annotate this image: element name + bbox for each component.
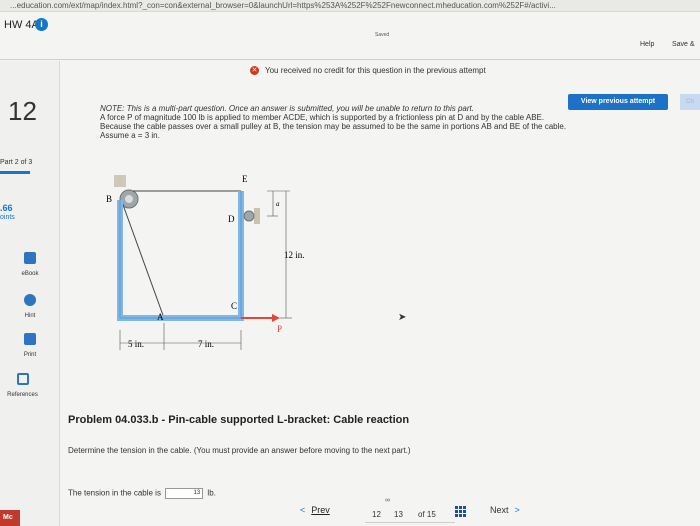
next-button[interactable]: Next > <box>490 505 520 515</box>
ebook-button[interactable]: eBook <box>0 251 60 277</box>
problem-title: Problem 04.033.b - Pin-cable supported L… <box>68 414 410 426</box>
print-icon <box>24 333 36 345</box>
note-multipart: NOTE: This is a multi-part question. Onc… <box>100 104 474 113</box>
label-a-dim: a <box>276 200 280 208</box>
url-text: ...education.com/ext/map/index.html?_con… <box>10 1 556 10</box>
grid-view-icon[interactable] <box>455 506 467 518</box>
label-c: C <box>231 301 237 311</box>
saved-status: Saved <box>375 32 390 38</box>
problem-description: Determine the tension in the cable. (You… <box>68 446 411 455</box>
note-statement: A force P of magnitude 100 lb is applied… <box>100 113 567 140</box>
points-label: oints <box>0 214 15 221</box>
bracket-figure: B E D a A C P 5 in. 7 in. 12 in. <box>106 174 305 350</box>
answer-prefix: The tension in the cable is <box>68 488 161 498</box>
label-p: P <box>277 324 282 334</box>
link-icon: ∞ <box>385 497 390 504</box>
notice-text: You received no credit for this question… <box>265 66 486 75</box>
next-label: Next <box>490 505 509 515</box>
right-edge-tab[interactable]: Ch <box>680 94 700 110</box>
chevron-left-icon: < <box>300 505 306 515</box>
help-link[interactable]: Help <box>640 41 654 48</box>
pin-d <box>243 210 255 222</box>
question-number: 12 <box>8 96 37 126</box>
save-exit-button[interactable]: Save & <box>672 41 695 48</box>
pulley-b-hub <box>125 195 133 203</box>
assignment-title: HW 4A <box>4 19 39 31</box>
mcgraw-hill-logo: Mc <box>0 510 20 526</box>
label-7in: 7 in. <box>198 339 214 349</box>
label-e: E <box>242 174 248 184</box>
answer-row: The tension in the cable is 13 lb. <box>68 488 216 499</box>
error-x-icon: ✕ <box>250 66 259 76</box>
references-button[interactable]: References <box>0 372 45 398</box>
label-b: B <box>106 194 112 204</box>
references-icon <box>16 373 29 385</box>
label-12in: 12 in. <box>284 250 305 260</box>
label-d: D <box>228 214 235 224</box>
chevron-right-icon: > <box>514 505 520 515</box>
question-sidebar: 12 Part 2 of 3 .66 oints eBook Hint Prin… <box>0 61 60 526</box>
mouse-cursor-icon: ➤ <box>398 312 407 323</box>
page-number-13: 13 <box>394 510 403 519</box>
wall-support-b <box>114 175 126 187</box>
view-previous-attempt-button[interactable]: View previous attempt <box>568 94 668 110</box>
references-label: References <box>7 392 38 398</box>
problem-note: NOTE: This is a multi-part question. Onc… <box>100 104 570 140</box>
prev-label: Prev <box>311 505 330 515</box>
print-label: Print <box>23 352 37 358</box>
points-value: .66 <box>0 203 13 213</box>
print-button[interactable]: Print <box>0 332 60 358</box>
no-credit-notice: ✕ You received no credit for this questio… <box>250 66 486 76</box>
label-5in: 5 in. <box>128 339 144 349</box>
page-indicator[interactable]: ∞ 12 13 of 15 <box>365 497 455 523</box>
info-icon[interactable]: i <box>35 18 48 31</box>
hint-label: Hint <box>24 313 36 319</box>
ebook-icon <box>24 252 36 264</box>
prev-button[interactable]: < Prev <box>300 505 330 515</box>
part-progress-bar <box>0 171 30 174</box>
label-a-point: A <box>157 312 164 322</box>
member-outline <box>119 191 242 319</box>
page-number-12: 12 <box>372 510 381 519</box>
tension-answer-input[interactable]: 13 <box>165 488 204 499</box>
page-total: of 15 <box>418 510 436 519</box>
part-indicator: Part 2 of 3 <box>0 159 33 166</box>
member-acde <box>117 191 244 321</box>
pin-d-support <box>254 208 260 224</box>
top-bar: HW 4A i Saved Help Save & <box>0 12 700 60</box>
cable-ab <box>121 201 165 319</box>
answer-unit: lb. <box>207 488 216 498</box>
ebook-label: eBook <box>21 271 39 277</box>
force-p-arrowhead <box>272 314 280 322</box>
hint-button[interactable]: Hint <box>0 293 60 319</box>
hint-icon <box>24 294 36 306</box>
browser-url-bar[interactable]: ...education.com/ext/map/index.html?_con… <box>0 0 700 12</box>
